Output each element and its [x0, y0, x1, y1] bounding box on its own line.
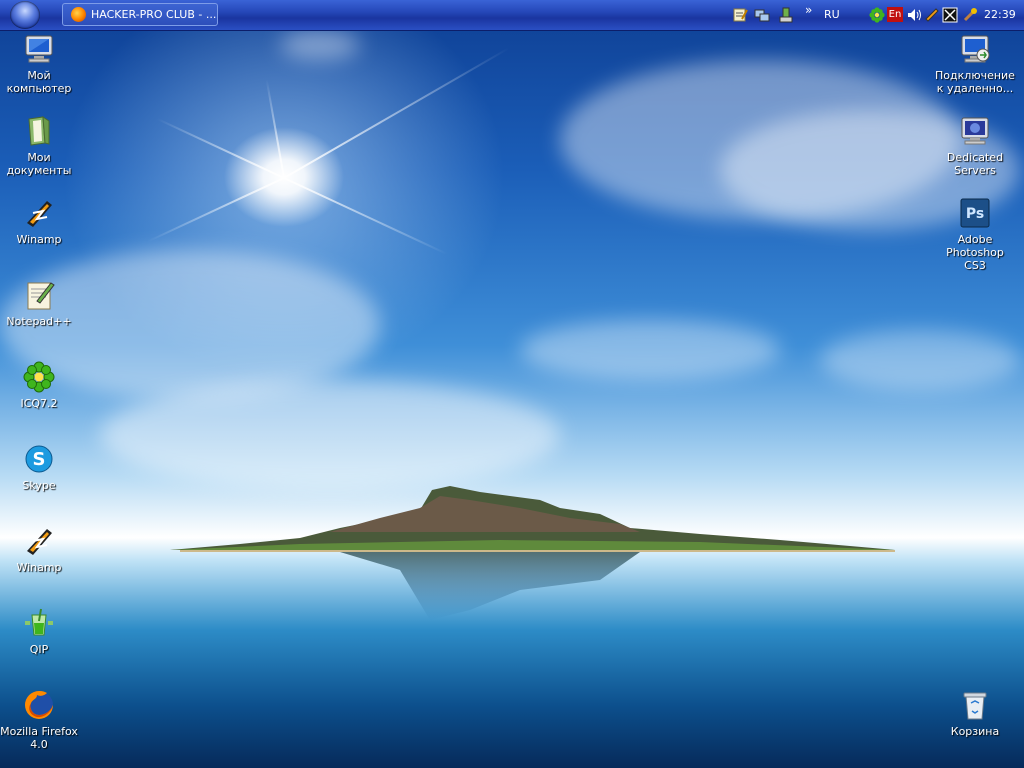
winamp-icon: [27, 201, 52, 227]
svg-text:S: S: [33, 449, 46, 470]
desktop-icon-skype[interactable]: S Skype: [0, 443, 79, 492]
winamp-tray-icon[interactable]: [924, 7, 940, 23]
desktop-wallpaper[interactable]: [0, 0, 1024, 768]
desktop-icon-icq[interactable]: ICQ7.2: [0, 361, 79, 410]
desktop-icon-remote-desktop[interactable]: Подключение к удаленно...: [935, 33, 1015, 95]
usb-tray-icon[interactable]: [778, 7, 794, 23]
skype-icon: S: [25, 445, 53, 473]
my-documents-icon: [28, 116, 50, 146]
icq-icon: [23, 361, 55, 393]
desktop-icon-my-documents[interactable]: Мои документы: [0, 115, 79, 177]
desktop-icon-label: Dedicated Servers: [946, 151, 1004, 177]
winamp-icon: [27, 529, 52, 555]
desktop-icon-label: Adobe Photoshop CS3: [946, 233, 1004, 272]
desktop-icon-photoshop[interactable]: Ps Adobe Photoshop CS3: [935, 197, 1015, 272]
desktop-icon-winamp[interactable]: Winamp: [0, 197, 79, 246]
network-tray-icon[interactable]: [754, 7, 770, 23]
desktop-icon-label: Mozilla Firefox 4.0: [0, 725, 78, 751]
desktop-icon-label: ICQ7.2: [20, 397, 58, 410]
language-indicator-en[interactable]: En: [887, 7, 903, 22]
desktop-icon-label: Корзина: [950, 725, 1000, 738]
my-computer-icon: [25, 35, 53, 63]
desktop-icon-label: Winamp: [16, 561, 62, 574]
language-indicator-ru[interactable]: RU: [824, 8, 840, 21]
notes-tray-icon[interactable]: [732, 7, 748, 23]
taskbar: HACKER-PRO CLUB - ... » RU En 22:39: [0, 0, 1024, 31]
taskbar-window-title: HACKER-PRO CLUB - ...: [91, 8, 217, 21]
desktop-icon-label: Notepad++: [6, 315, 72, 328]
firefox-icon: [71, 7, 86, 22]
desktop-icon-label: QIP: [29, 643, 49, 656]
taskbar-window-button-firefox[interactable]: HACKER-PRO CLUB - ...: [62, 3, 218, 26]
desktop-icon-label: Мой компьютер: [6, 69, 72, 95]
qip-icon: [25, 608, 53, 636]
desktop-icon-dedicated-servers[interactable]: Dedicated Servers: [935, 115, 1015, 177]
xsd-tray-icon[interactable]: [942, 7, 958, 23]
tools-tray-icon[interactable]: [962, 7, 978, 23]
svg-text:Ps: Ps: [966, 206, 984, 222]
photoshop-icon: Ps: [960, 198, 990, 228]
desktop-icon-label: Skype: [22, 479, 56, 492]
desktop-icon-label: Winamp: [16, 233, 62, 246]
desktop-icon-recycle-bin[interactable]: Корзина: [935, 689, 1015, 738]
desktop-icon-label: Подключение к удаленно...: [935, 69, 1015, 95]
firefox-icon: [25, 690, 53, 719]
desktop-icon-winamp-2[interactable]: Winamp: [0, 525, 79, 574]
notepad-plus-plus-icon: [27, 282, 55, 310]
dedicated-servers-icon: [961, 117, 989, 145]
desktop-icon-label: Мои документы: [6, 151, 72, 177]
system-clock[interactable]: 22:39: [984, 8, 1016, 21]
desktop-icon-notepad-plus-plus[interactable]: Notepad++: [0, 279, 79, 328]
volume-icon[interactable]: [906, 7, 922, 23]
recycle-bin-icon: [963, 692, 987, 720]
remote-desktop-icon: [961, 35, 990, 63]
icq-tray-icon[interactable]: [869, 7, 885, 23]
desktop-icon-my-computer[interactable]: Мой компьютер: [0, 33, 79, 95]
desktop-icon-firefox[interactable]: Mozilla Firefox 4.0: [0, 689, 79, 751]
start-button[interactable]: [10, 1, 40, 29]
desktop-icon-qip[interactable]: QIP: [0, 607, 79, 656]
island-scenery: [170, 486, 895, 620]
tray-overflow-chevron[interactable]: »: [805, 3, 812, 17]
